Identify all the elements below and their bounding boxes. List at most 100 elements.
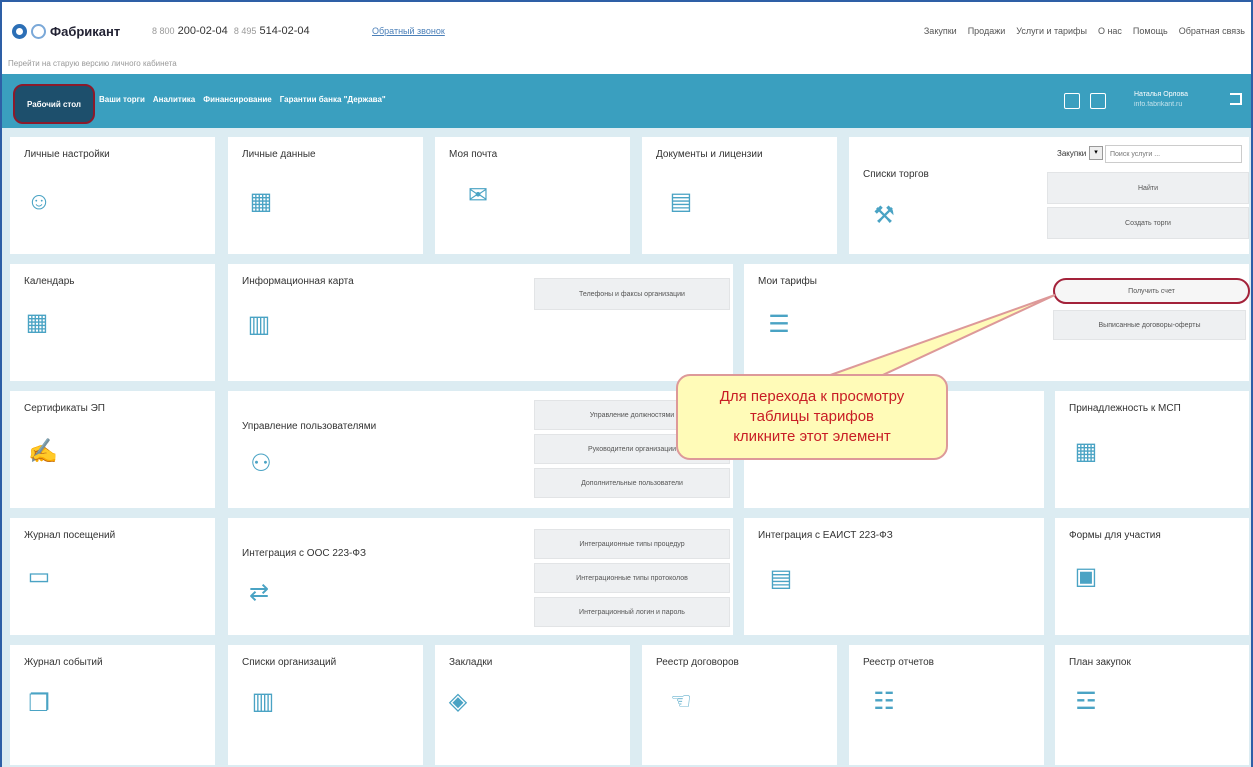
envelope-icon: ✉ <box>467 182 489 209</box>
tile-title: Списки организаций <box>242 657 337 668</box>
logout-icon[interactable] <box>1230 93 1242 105</box>
callback-link[interactable]: Обратный звонок <box>372 26 445 36</box>
int-procedure-types-button[interactable]: Интеграционные типы процедур <box>534 529 730 559</box>
purchases-label: Закупки <box>1057 149 1087 158</box>
tile-title: Документы и лицензии <box>656 149 763 160</box>
building-icon: ▦ <box>1074 438 1098 465</box>
tile-forms[interactable]: Формы для участия ▣ <box>1055 518 1249 635</box>
bookmark-icon: ◈ <box>448 688 468 715</box>
arrows-icon: ⇄ <box>248 579 270 606</box>
tile-title: Личные данные <box>242 149 316 160</box>
plan-icon: ☲ <box>1075 688 1097 715</box>
tile-reports-registry[interactable]: Реестр отчетов ☷ <box>849 645 1044 765</box>
logo[interactable]: Фабрикант <box>12 24 120 39</box>
callout-line3: кликните этот элемент <box>733 428 891 445</box>
phone1: 200-02-04 <box>177 25 228 37</box>
user-icon: ☺ <box>26 188 52 215</box>
tile-my-mail[interactable]: Моя почта ✉ <box>435 137 630 254</box>
callout-line2: таблицы тарифов <box>749 408 875 425</box>
logo-mark-icon <box>12 24 27 39</box>
tile-title: Журнал посещений <box>24 530 116 541</box>
gavel-icon: ⚒ <box>873 202 895 229</box>
coins-icon: ☰ <box>768 311 790 338</box>
get-invoice-button[interactable]: Получить счет <box>1053 278 1250 304</box>
tile-title: Информационная карта <box>242 276 354 287</box>
tile-title: Календарь <box>24 276 75 287</box>
tooltip-callout: Для перехода к просмотру таблицы тарифов… <box>676 374 948 460</box>
tile-title: Списки торгов <box>863 169 929 180</box>
search-input[interactable] <box>1105 145 1242 163</box>
nav-purchases[interactable]: Закупки <box>924 26 957 36</box>
tile-visit-log[interactable]: Журнал посещений ▭ <box>10 518 215 635</box>
nav-sales[interactable]: Продажи <box>968 26 1006 36</box>
brand-name: Фабрикант <box>50 24 121 39</box>
toolbar-tabs: Ваши торги Аналитика Финансирование Гара… <box>99 95 386 104</box>
top-nav: Закупки Продажи Услуги и тарифы О нас По… <box>924 26 1245 36</box>
tile-title: Интеграция с ООС 223-ФЗ <box>242 548 367 559</box>
tile-personal-settings[interactable]: Личные настройки ☺ <box>10 137 215 254</box>
phones-faxes-button[interactable]: Телефоны и факсы организации <box>534 278 730 310</box>
int-protocol-types-button[interactable]: Интеграционные типы протоколов <box>534 563 730 593</box>
clipboard-icon: ▣ <box>1074 563 1098 590</box>
tile-title: Личные настройки <box>24 149 110 160</box>
tile-purchase-plan[interactable]: План закупок ☲ <box>1055 645 1249 765</box>
tile-title: План закупок <box>1069 657 1131 668</box>
user-info[interactable]: Наталья Орлова info.fabrikant.ru <box>1134 90 1188 110</box>
old-version-link[interactable]: Перейти на старую версию личного кабинет… <box>8 59 177 68</box>
users-icon: ⚇ <box>250 450 272 477</box>
tile-personal-data[interactable]: Личные данные ▦ <box>228 137 423 254</box>
tile-contracts-registry[interactable]: Реестр договоров ☜ <box>642 645 837 765</box>
tile-title: Формы для участия <box>1069 530 1161 541</box>
purchases-select[interactable]: ▾ <box>1089 146 1103 160</box>
tab-bank-guarantees[interactable]: Гарантии банка "Держава" <box>280 95 386 104</box>
tile-eaist[interactable]: Интеграция с ЕАИСТ 223-ФЗ ▤ <box>744 518 1044 635</box>
tile-certificates[interactable]: Сертификаты ЭП ✍ <box>10 391 215 508</box>
nav-feedback[interactable]: Обратная связь <box>1179 26 1245 36</box>
nav-help[interactable]: Помощь <box>1133 26 1168 36</box>
tab-analytics[interactable]: Аналитика <box>153 95 195 104</box>
mail-icon[interactable] <box>1064 93 1080 109</box>
phone1-prefix: 8 800 <box>152 26 175 36</box>
logo-circle-icon <box>31 24 46 39</box>
buildings-icon: ▥ <box>251 688 275 715</box>
tile-event-log[interactable]: Журнал событий ❐ <box>10 645 215 765</box>
calendar-icon[interactable] <box>1090 93 1106 109</box>
tile-title: Мои тарифы <box>758 276 817 287</box>
tile-title: Управление пользователями <box>242 421 377 432</box>
callout-line1: Для перехода к просмотру <box>719 388 905 405</box>
create-trade-button[interactable]: Создать торги <box>1047 207 1249 239</box>
tile-org-lists[interactable]: Списки организаций ▥ <box>228 645 423 765</box>
tile-calendar[interactable]: Календарь ▦ <box>10 264 215 381</box>
handshake-icon: ☜ <box>670 688 692 715</box>
int-login-button[interactable]: Интеграционный логин и пароль <box>534 597 730 627</box>
tile-title: Реестр договоров <box>656 657 739 668</box>
tab-desktop[interactable]: Рабочий стол <box>13 84 95 124</box>
nav-services[interactable]: Услуги и тарифы <box>1016 26 1087 36</box>
tile-title: Принадлежность к МСП <box>1069 403 1181 414</box>
tile-title: Интеграция с ЕАИСТ 223-ФЗ <box>758 530 893 541</box>
tile-title: Реестр отчетов <box>863 657 934 668</box>
phone-numbers: 8 800 200-02-04 8 495 514-02-04 <box>152 25 310 37</box>
tab-financing[interactable]: Финансирование <box>203 95 271 104</box>
tile-bookmarks[interactable]: Закладки ◈ <box>435 645 630 765</box>
extra-users-button[interactable]: Дополнительные пользователи <box>534 468 730 498</box>
offer-contracts-button[interactable]: Выписанные договоры-оферты <box>1053 310 1246 340</box>
tile-trade-lists[interactable]: Списки торгов ⚒ <box>849 137 1047 254</box>
book-icon: ❐ <box>28 690 50 717</box>
map-icon: ▭ <box>27 563 51 590</box>
info-card-icon: ▥ <box>247 311 271 338</box>
tile-msp[interactable]: Принадлежность к МСП ▦ <box>1055 391 1249 508</box>
top-header: Фабрикант 8 800 200-02-04 8 495 514-02-0… <box>2 2 1251 54</box>
document-icon: ▤ <box>669 188 693 215</box>
tile-documents[interactable]: Документы и лицензии ▤ <box>642 137 837 254</box>
calendar-icon: ▦ <box>25 309 49 336</box>
phone2: 514-02-04 <box>259 25 310 37</box>
phone2-prefix: 8 495 <box>233 26 257 36</box>
find-button[interactable]: Найти <box>1047 172 1249 204</box>
user-name: Наталья Орлова <box>1134 91 1188 98</box>
signature-icon: ✍ <box>28 438 58 465</box>
nav-about[interactable]: О нас <box>1098 26 1122 36</box>
report-icon: ☷ <box>873 688 895 715</box>
tab-your-trades[interactable]: Ваши торги <box>99 95 145 104</box>
user-sub: info.fabrikant.ru <box>1134 101 1183 108</box>
